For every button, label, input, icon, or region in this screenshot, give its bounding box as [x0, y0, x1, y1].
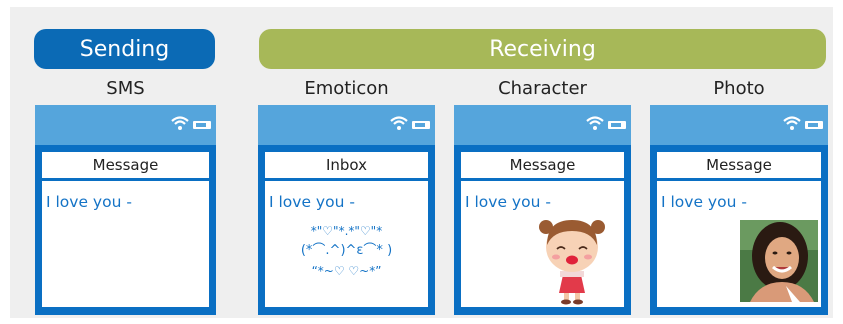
- screen-header: Message: [461, 152, 624, 178]
- wifi-icon: [586, 116, 604, 130]
- wifi-icon: [390, 116, 408, 130]
- screen-header: Inbox: [265, 152, 428, 178]
- battery-icon: [193, 121, 211, 129]
- column-label-emoticon: Emoticon: [304, 78, 389, 99]
- phone-sms: Message I love you -: [35, 105, 216, 315]
- phone-emoticon: Inbox I love you - *"♡"*.*"♡"* (*⌒.^)^ε⌒…: [258, 105, 435, 315]
- message-area: I love you -: [657, 181, 821, 307]
- cartoon-girl-character: [539, 220, 605, 305]
- status-bar: [650, 105, 828, 145]
- emoticon-line: *"♡"*.*"♡"*: [310, 224, 383, 238]
- column-label-character: Character: [498, 78, 587, 99]
- phone-photo: Message I love you -: [650, 105, 828, 315]
- message-text: I love you -: [661, 193, 747, 211]
- column-label-sms: SMS: [106, 78, 145, 99]
- message-text: I love you -: [269, 193, 355, 211]
- wifi-icon: [783, 116, 801, 130]
- battery-icon: [805, 121, 823, 129]
- receiving-pill: Receiving: [259, 29, 826, 69]
- message-text: I love you -: [46, 193, 132, 211]
- screen-header: Message: [42, 152, 209, 178]
- status-bar: [35, 105, 216, 145]
- sending-label: Sending: [79, 36, 170, 62]
- status-bar: [258, 105, 435, 145]
- message-area: I love you - *"♡"*.*"♡"* (*⌒.^)^ε⌒* ) “*…: [265, 181, 428, 307]
- phone-character: Message I love you -: [454, 105, 631, 315]
- emoticon-line: (*⌒.^)^ε⌒* ): [300, 243, 393, 258]
- receiving-label: Receiving: [489, 36, 596, 62]
- emoticon-art: *"♡"*.*"♡"* (*⌒.^)^ε⌒* ) “*~♡ ♡~*”: [265, 221, 428, 281]
- battery-icon: [608, 121, 626, 129]
- status-bar: [454, 105, 631, 145]
- message-area: I love you -: [461, 181, 624, 307]
- portrait-photo: [740, 220, 818, 302]
- battery-icon: [412, 121, 430, 129]
- column-label-photo: Photo: [713, 78, 765, 99]
- message-area: I love you -: [42, 181, 209, 307]
- message-text: I love you -: [465, 193, 551, 211]
- sending-pill: Sending: [34, 29, 215, 69]
- emoticon-line: “*~♡ ♡~*”: [311, 264, 382, 278]
- screen-header: Message: [657, 152, 821, 178]
- wifi-icon: [171, 116, 189, 130]
